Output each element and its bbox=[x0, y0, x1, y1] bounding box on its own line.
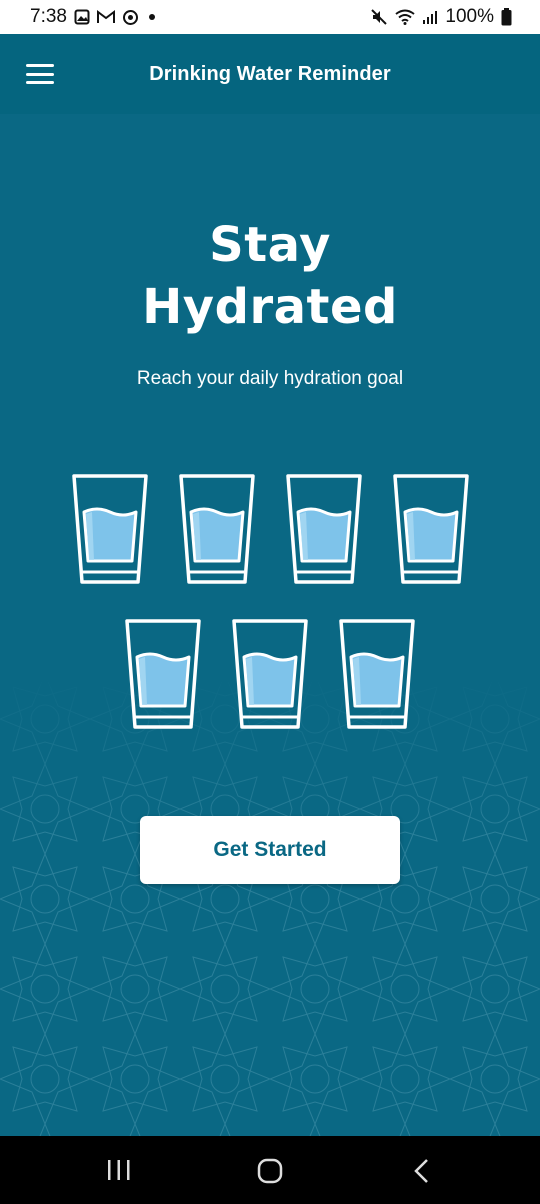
dot-icon bbox=[146, 11, 158, 23]
navigation-bar bbox=[0, 1136, 540, 1204]
app-title: Drinking Water Reminder bbox=[149, 62, 391, 85]
hamburger-menu-icon[interactable] bbox=[26, 64, 54, 84]
water-glass-icon bbox=[393, 474, 469, 584]
wifi-icon bbox=[395, 9, 416, 25]
main-content: Stay Hydrated Reach your daily hydration… bbox=[0, 114, 540, 1136]
water-glass-icon bbox=[286, 474, 362, 584]
status-time: 7:38 bbox=[30, 6, 67, 27]
menu-line bbox=[26, 72, 54, 76]
status-left: 7:38 bbox=[30, 6, 158, 28]
gallery-icon bbox=[74, 9, 90, 25]
sync-icon bbox=[122, 9, 139, 26]
mute-icon bbox=[370, 8, 388, 26]
status-battery-text: 100% bbox=[445, 6, 494, 27]
background-pattern bbox=[0, 674, 540, 1136]
recents-icon[interactable] bbox=[106, 1158, 132, 1187]
water-glass-icon bbox=[339, 619, 415, 729]
hero-title-line-2: Hydrated bbox=[142, 279, 398, 335]
home-icon[interactable] bbox=[256, 1158, 284, 1189]
water-glass-icon bbox=[125, 619, 201, 729]
gmail-icon bbox=[96, 10, 115, 24]
hero-title: Stay Hydrated bbox=[0, 214, 540, 338]
status-bar: 7:38 100% bbox=[0, 0, 540, 34]
signal-icon bbox=[422, 9, 438, 25]
back-icon[interactable] bbox=[410, 1158, 434, 1189]
app-bar: Drinking Water Reminder bbox=[0, 34, 540, 114]
menu-line bbox=[26, 64, 54, 67]
get-started-button[interactable]: Get Started bbox=[140, 816, 400, 884]
menu-line bbox=[26, 81, 54, 84]
hero-title-line-1: Stay bbox=[209, 217, 331, 273]
hero-subtitle: Reach your daily hydration goal bbox=[136, 368, 404, 389]
water-glass-icon bbox=[232, 619, 308, 729]
status-right: 100% bbox=[370, 6, 512, 28]
water-glass-icon bbox=[179, 474, 255, 584]
water-glass-icon bbox=[72, 474, 148, 584]
battery-icon bbox=[501, 8, 512, 26]
